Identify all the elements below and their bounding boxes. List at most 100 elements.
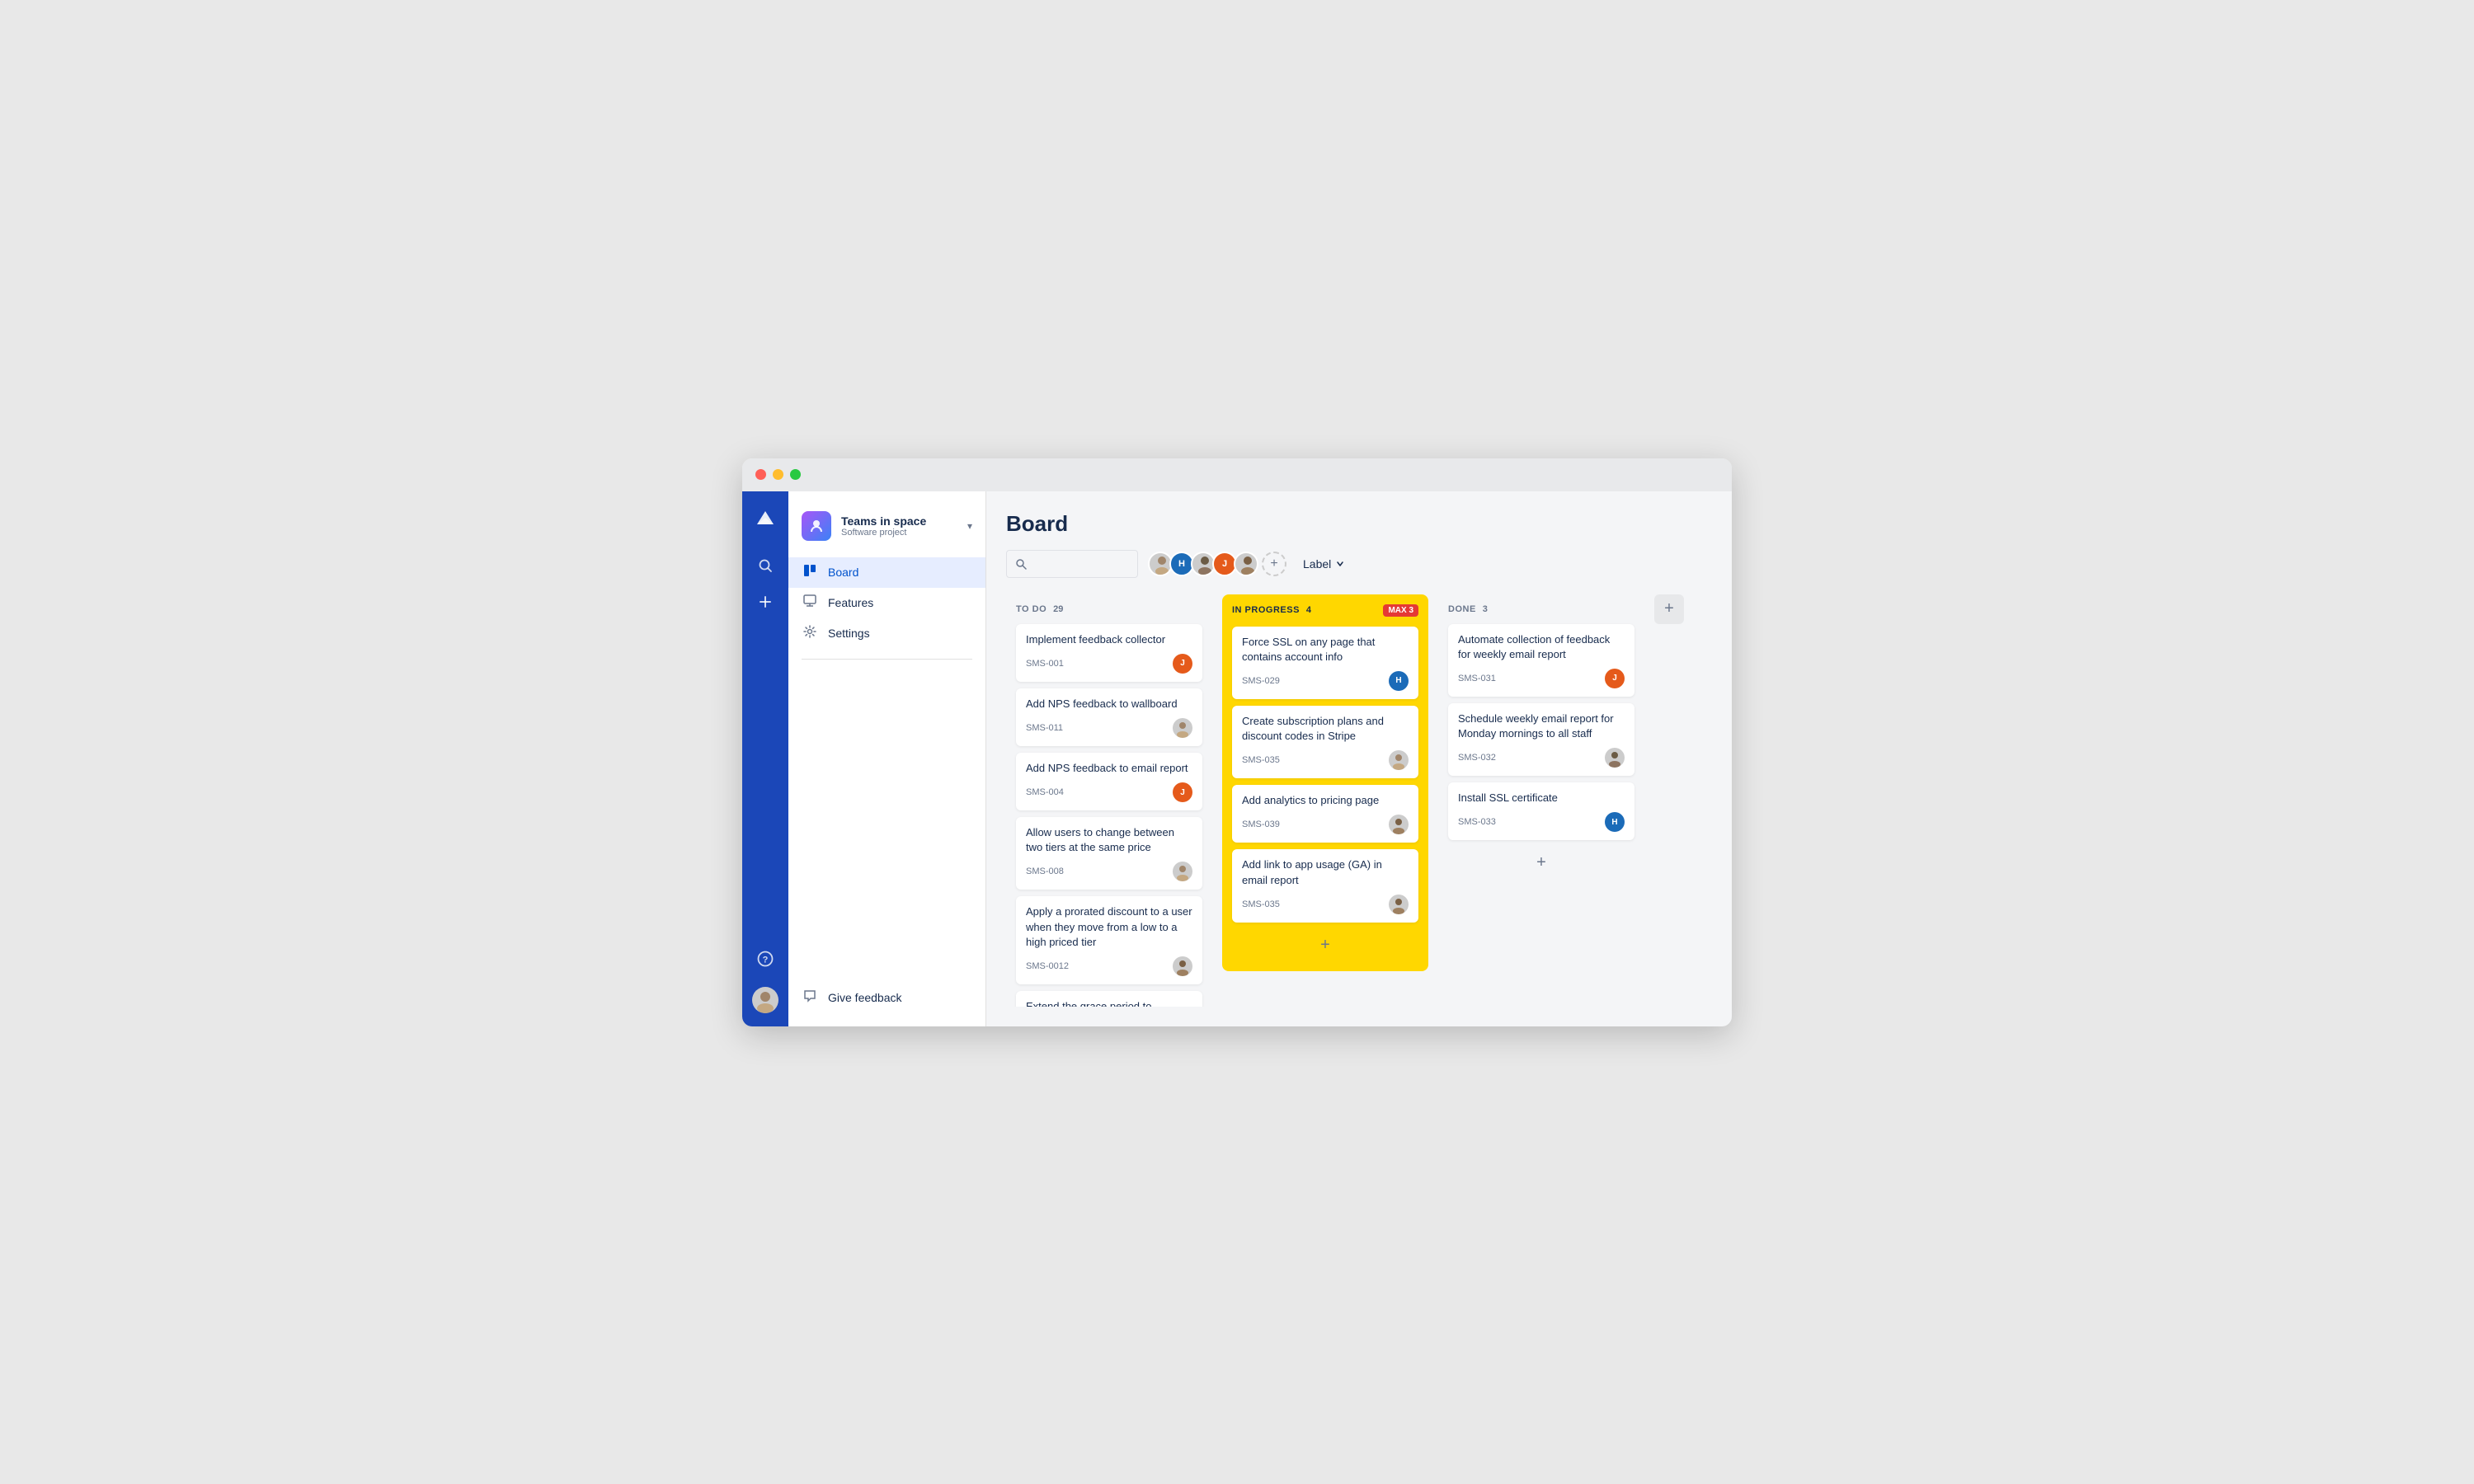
card-title: Add NPS feedback to email report	[1026, 761, 1192, 776]
inprogress-column-count: 4	[1306, 605, 1311, 615]
inprogress-column: IN PROGRESS 4 MAX 3 Force SSL on any pag…	[1222, 594, 1428, 971]
card-footer: SMS-029 H	[1242, 671, 1409, 691]
add-sidebar-button[interactable]	[750, 587, 780, 617]
label-filter-text: Label	[1303, 557, 1331, 571]
card-footer: SMS-035	[1242, 895, 1409, 914]
nav-give-feedback-label: Give feedback	[828, 991, 902, 1004]
icon-sidebar: ?	[742, 491, 788, 1026]
inprogress-column-header: IN PROGRESS 4 MAX 3	[1232, 604, 1418, 617]
done-column-count: 3	[1483, 604, 1488, 614]
app-logo[interactable]	[750, 505, 780, 534]
table-row[interactable]: Extend the grace period to accounts	[1016, 991, 1202, 1007]
card-title: Add NPS feedback to wallboard	[1026, 697, 1192, 711]
user-avatar-sidebar[interactable]	[752, 987, 778, 1013]
table-row[interactable]: Implement feedback collector SMS-001 J	[1016, 624, 1202, 682]
board-columns: TO DO 29 Implement feedback collector SM…	[1006, 594, 1712, 1007]
svg-text:?: ?	[763, 955, 769, 965]
card-footer: SMS-039	[1242, 815, 1409, 834]
nav-features-item[interactable]: Features	[788, 588, 985, 618]
todo-column: TO DO 29 Implement feedback collector SM…	[1006, 594, 1212, 1007]
todo-column-header: TO DO 29	[1016, 604, 1202, 614]
table-row[interactable]: Apply a prorated discount to a user when…	[1016, 896, 1202, 984]
card-id: SMS-035	[1242, 899, 1280, 909]
add-card-inprogress-button[interactable]: +	[1232, 929, 1418, 961]
done-column: DONE 3 Automate collection of feedback f…	[1438, 594, 1644, 890]
add-card-done-button[interactable]: +	[1448, 847, 1634, 879]
nav-settings-label: Settings	[828, 627, 870, 640]
search-sidebar-button[interactable]	[750, 551, 780, 580]
search-input[interactable]	[1006, 550, 1138, 578]
card-id: SMS-008	[1026, 866, 1064, 876]
max-badge: MAX 3	[1383, 604, 1418, 617]
table-row[interactable]: Force SSL on any page that contains acco…	[1232, 627, 1418, 699]
app-body: ? Teams in space Software project	[742, 491, 1732, 1026]
avatar-filter-group: H J +	[1148, 552, 1286, 576]
board-toolbar: H J + Label	[1006, 550, 1712, 578]
search-icon	[1015, 558, 1027, 570]
nav-features-label: Features	[828, 596, 873, 609]
card-title: Create subscription plans and discount c…	[1242, 714, 1409, 744]
chevron-down-icon	[1336, 560, 1344, 568]
card-id: SMS-029	[1242, 676, 1280, 686]
add-column-button[interactable]: +	[1654, 594, 1684, 624]
card-footer: SMS-001 J	[1026, 654, 1192, 674]
table-row[interactable]: Allow users to change between two tiers …	[1016, 817, 1202, 890]
minimize-button[interactable]	[773, 469, 783, 480]
card-id: SMS-031	[1458, 674, 1496, 683]
card-footer: SMS-032	[1458, 748, 1625, 768]
card-id: SMS-032	[1458, 753, 1496, 763]
table-row[interactable]: Add NPS feedback to wallboard SMS-011	[1016, 688, 1202, 746]
card-id: SMS-035	[1242, 755, 1280, 765]
add-avatar-filter-button[interactable]: +	[1262, 552, 1286, 576]
feedback-icon	[802, 989, 818, 1007]
avatar	[1389, 815, 1409, 834]
board-icon	[802, 564, 818, 581]
nav-board-item[interactable]: Board	[788, 557, 985, 588]
table-row[interactable]: Install SSL certificate SMS-033 H	[1448, 782, 1634, 840]
card-footer: SMS-004 J	[1026, 782, 1192, 802]
nav-board-label: Board	[828, 566, 858, 579]
avatar-filter-5[interactable]	[1234, 552, 1258, 576]
avatar: J	[1173, 782, 1192, 802]
nav-settings-item[interactable]: Settings	[788, 618, 985, 649]
done-column-header: DONE 3	[1448, 604, 1634, 614]
nav-sidebar: Teams in space Software project ▾ Board	[788, 491, 986, 1026]
todo-column-title: TO DO	[1016, 604, 1047, 614]
inprogress-column-title: IN PROGRESS	[1232, 605, 1300, 615]
card-title: Schedule weekly email report for Monday …	[1458, 711, 1625, 741]
table-row[interactable]: Add NPS feedback to email report SMS-004…	[1016, 753, 1202, 810]
card-title: Implement feedback collector	[1026, 632, 1192, 647]
nav-divider	[802, 659, 972, 660]
table-row[interactable]: Schedule weekly email report for Monday …	[1448, 703, 1634, 776]
card-id: SMS-001	[1026, 659, 1064, 669]
project-header: Teams in space Software project ▾	[788, 505, 985, 547]
card-id: SMS-039	[1242, 819, 1280, 829]
project-name: Teams in space	[841, 514, 957, 528]
card-id: SMS-0012	[1026, 961, 1069, 971]
settings-icon	[802, 625, 818, 642]
avatar: H	[1605, 812, 1625, 832]
card-title: Apply a prorated discount to a user when…	[1026, 904, 1192, 950]
table-row[interactable]: Add analytics to pricing page SMS-039	[1232, 785, 1418, 843]
project-icon	[802, 511, 831, 541]
avatar	[1173, 956, 1192, 976]
page-title: Board	[1006, 511, 1712, 537]
card-footer: SMS-011	[1026, 718, 1192, 738]
nav-give-feedback-item[interactable]: Give feedback	[788, 983, 985, 1013]
avatar	[1173, 862, 1192, 881]
card-title: Add link to app usage (GA) in email repo…	[1242, 857, 1409, 887]
table-row[interactable]: Create subscription plans and discount c…	[1232, 706, 1418, 778]
close-button[interactable]	[755, 469, 766, 480]
card-id: SMS-033	[1458, 817, 1496, 827]
table-row[interactable]: Add link to app usage (GA) in email repo…	[1232, 849, 1418, 922]
card-title: Add analytics to pricing page	[1242, 793, 1409, 808]
features-icon	[802, 594, 818, 612]
table-row[interactable]: Automate collection of feedback for week…	[1448, 624, 1634, 697]
maximize-button[interactable]	[790, 469, 801, 480]
help-button[interactable]: ?	[750, 944, 780, 974]
card-title: Install SSL certificate	[1458, 791, 1625, 805]
label-filter-dropdown[interactable]: Label	[1296, 554, 1351, 574]
avatar	[1389, 750, 1409, 770]
project-dropdown-icon[interactable]: ▾	[967, 520, 972, 532]
avatar: H	[1389, 671, 1409, 691]
